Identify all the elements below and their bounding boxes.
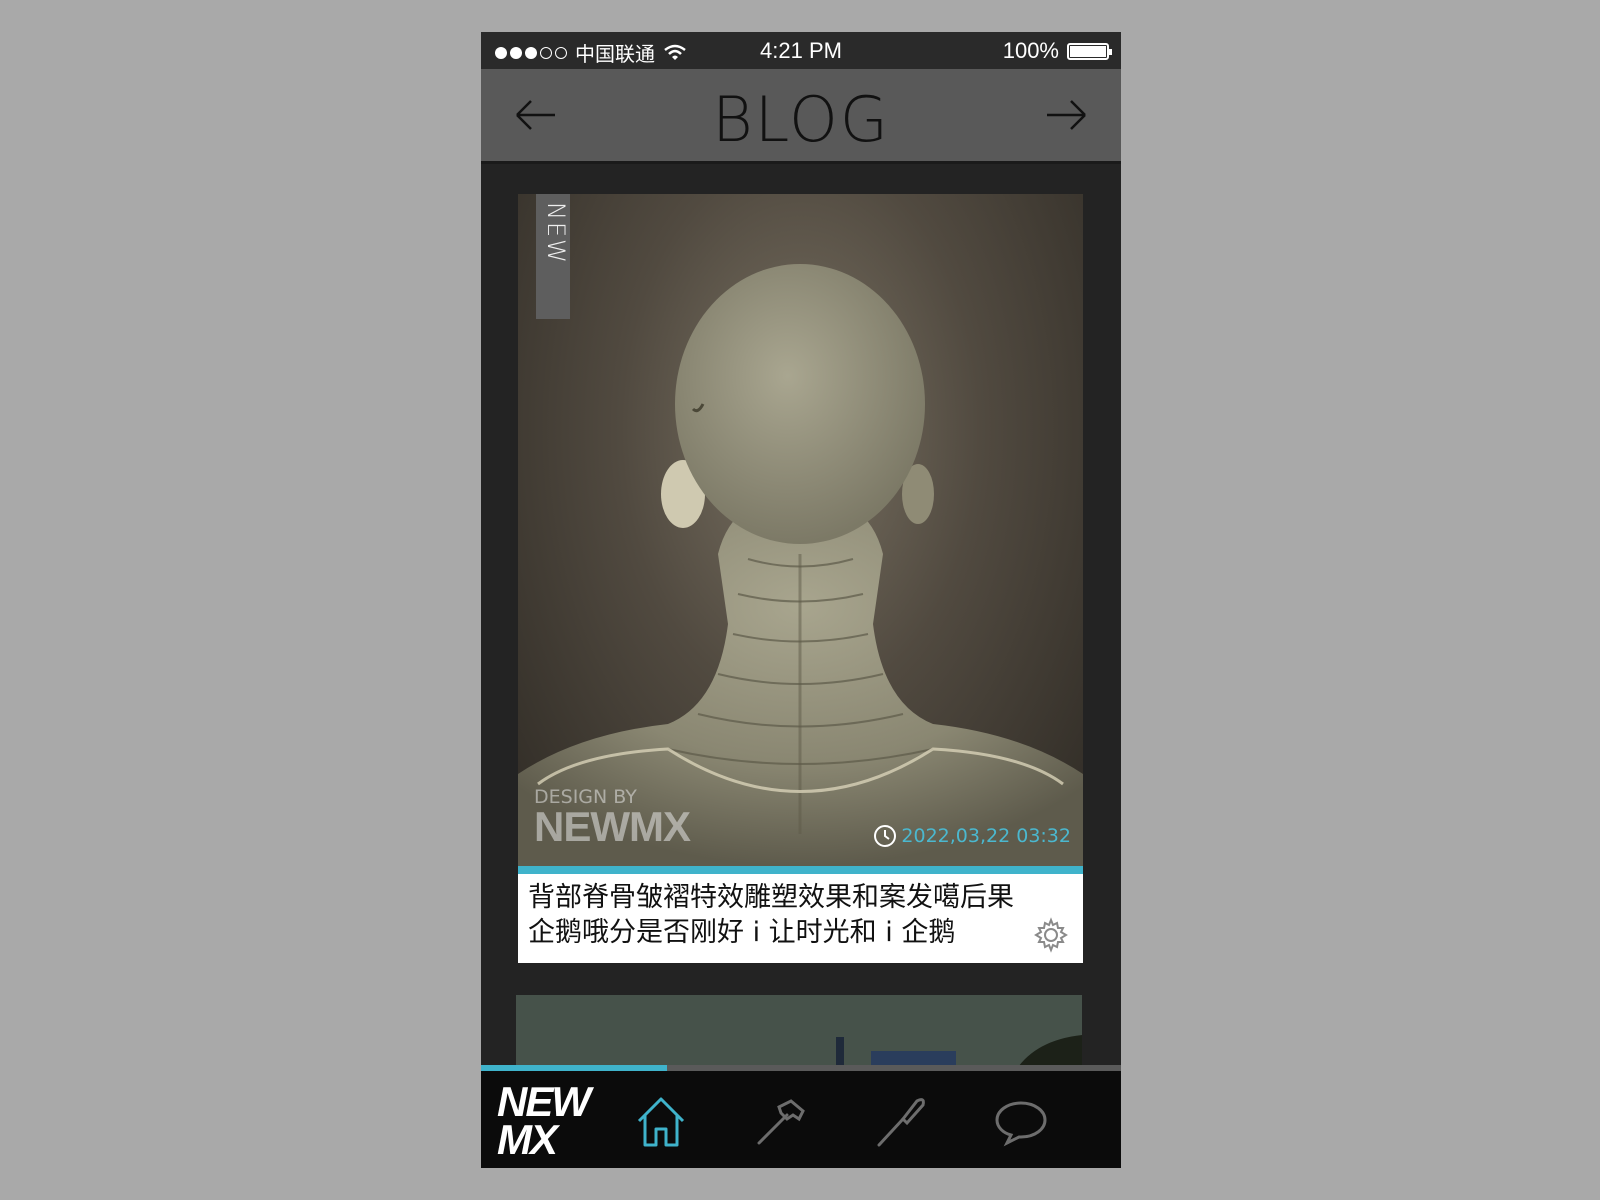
next-post-image (516, 995, 1082, 1070)
blog-post-card[interactable]: NEW DESIGN BY NEWMX 2022,03,22 03:32 背部脊… (518, 194, 1083, 963)
hammer-icon[interactable] (753, 1093, 809, 1149)
next-post-card[interactable] (516, 995, 1082, 1070)
logo-line-2: MX (497, 1116, 558, 1163)
new-badge-label: NEW (542, 202, 570, 265)
post-title[interactable]: 背部脊骨皱褶特效雕塑效果和案发噶后果 企鹅哦分是否刚好 i 让时光和 i 企鹅 (528, 880, 1068, 950)
card-accent-bar (518, 866, 1083, 874)
brush-icon[interactable] (873, 1093, 929, 1149)
timestamp-text: 2022,03,22 03:32 (901, 825, 1071, 847)
post-title-line-2: 企鹅哦分是否刚好 i 让时光和 i 企鹅 (528, 917, 956, 948)
arrow-right-icon[interactable] (1043, 95, 1091, 135)
chat-bubble-icon[interactable] (993, 1093, 1049, 1149)
design-watermark: DESIGN BY NEWMX (534, 786, 691, 850)
newmx-logo: NEW MX (497, 1081, 591, 1163)
page-title: BLOG (712, 83, 890, 156)
post-image[interactable]: NEW DESIGN BY NEWMX 2022,03,22 03:32 (518, 194, 1083, 866)
nav-bar: BLOG (481, 69, 1121, 164)
sculpture-figure (518, 264, 1083, 866)
phone-screen: 中国联通 4:21 PM 100% BLOG NEW DESIGN BY NEW… (481, 32, 1121, 1168)
tab-bar: NEW MX (481, 1071, 1121, 1168)
status-bar: 中国联通 4:21 PM 100% (481, 32, 1121, 69)
clock-icon (874, 825, 897, 847)
post-timestamp: 2022,03,22 03:32 (873, 824, 1071, 848)
status-right: 100% (1002, 38, 1112, 64)
gear-icon[interactable] (1033, 917, 1069, 953)
new-badge: NEW (536, 194, 570, 319)
battery-icon (1067, 42, 1112, 60)
post-title-line-1: 背部脊骨皱褶特效雕塑效果和案发噶后果 (528, 882, 1014, 913)
home-icon[interactable] (633, 1093, 689, 1149)
battery-percent: 100% (1002, 38, 1059, 63)
watermark-brand: NEWMX (534, 803, 691, 850)
